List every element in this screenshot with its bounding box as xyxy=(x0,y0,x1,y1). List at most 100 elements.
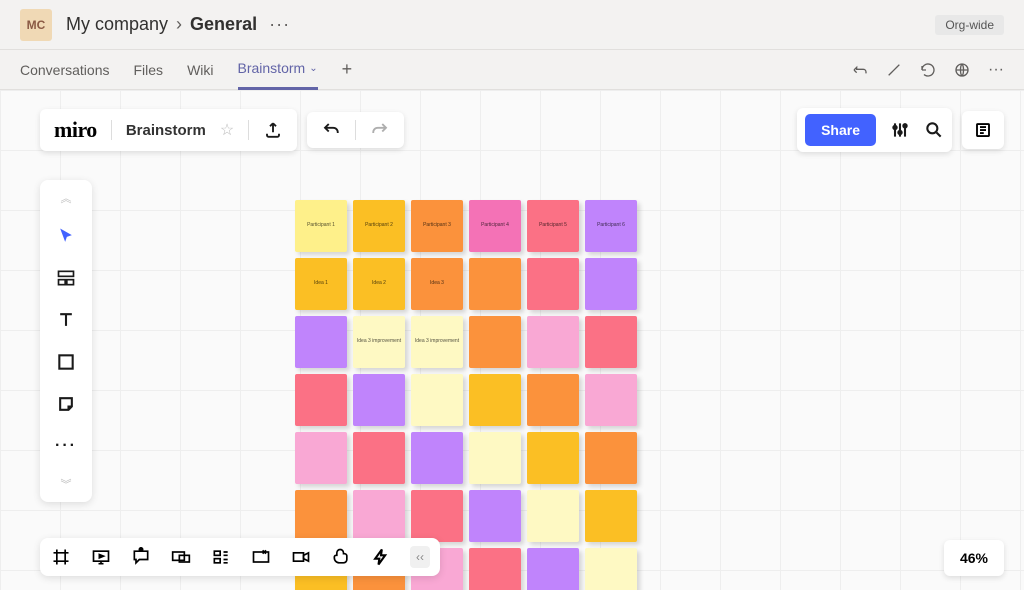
miro-logo[interactable]: miro xyxy=(54,117,97,143)
miro-left-toolbox: ︽ ··· ︾ xyxy=(40,180,92,502)
sticky-note[interactable] xyxy=(527,548,579,590)
voting-icon[interactable] xyxy=(330,546,352,568)
text-tool[interactable] xyxy=(54,308,78,332)
sticky-note[interactable]: Idea 3 improvement xyxy=(411,316,463,368)
sticky-note[interactable] xyxy=(527,258,579,310)
channel-tabs-bar: Conversations Files Wiki Brainstorm ⌄ + … xyxy=(0,50,1024,90)
sticky-notes-grid: Participant 1Participant 2Participant 3P… xyxy=(295,200,637,590)
settings-icon[interactable] xyxy=(890,120,910,140)
sticky-note[interactable] xyxy=(295,432,347,484)
undo-icon[interactable] xyxy=(321,120,341,140)
miro-top-toolbar: miro Brainstorm ☆ Share xyxy=(40,108,1004,152)
screen-share-icon[interactable] xyxy=(170,546,192,568)
sticky-note[interactable] xyxy=(585,490,637,542)
comments-icon[interactable] xyxy=(130,546,152,568)
miro-right-controls: Share xyxy=(797,108,952,152)
expand-icon[interactable] xyxy=(886,62,902,78)
collapse-toolbar-icon[interactable]: ‹‹ xyxy=(410,546,430,568)
tab-brainstorm[interactable]: Brainstorm ⌄ xyxy=(238,50,318,90)
board-title[interactable]: Brainstorm xyxy=(126,122,206,139)
more-actions-icon[interactable]: ··· xyxy=(988,61,1004,79)
sticky-note[interactable] xyxy=(527,316,579,368)
team-name[interactable]: My company xyxy=(66,14,168,35)
toolbox-expand-down-icon[interactable]: ︾ xyxy=(61,476,72,492)
refresh-icon[interactable] xyxy=(920,62,936,78)
tab-wiki[interactable]: Wiki xyxy=(187,50,213,90)
sticky-note[interactable] xyxy=(353,432,405,484)
chevron-right-icon: › xyxy=(176,14,182,35)
templates-tool[interactable] xyxy=(54,266,78,290)
sticky-note[interactable]: Idea 1 xyxy=(295,258,347,310)
sticky-note[interactable] xyxy=(469,374,521,426)
toolbox-collapse-up-icon[interactable]: ︽ xyxy=(61,190,72,206)
sticky-note[interactable] xyxy=(469,316,521,368)
add-tab-button[interactable]: + xyxy=(342,59,353,80)
embed-icon[interactable] xyxy=(250,546,272,568)
channel-name[interactable]: General xyxy=(190,14,257,35)
sticky-note[interactable]: Participant 1 xyxy=(295,200,347,252)
sticky-note[interactable] xyxy=(585,374,637,426)
sticky-note[interactable]: Participant 4 xyxy=(469,200,521,252)
divider xyxy=(111,120,112,140)
sticky-note[interactable]: Participant 6 xyxy=(585,200,637,252)
miro-board-info: miro Brainstorm ☆ xyxy=(40,109,297,151)
search-icon[interactable] xyxy=(924,120,944,140)
team-avatar[interactable]: MC xyxy=(20,9,52,41)
sticky-note-tool[interactable] xyxy=(54,392,78,416)
tab-conversations[interactable]: Conversations xyxy=(20,50,110,90)
sticky-note[interactable]: Participant 3 xyxy=(411,200,463,252)
sticky-note[interactable]: Idea 3 improvement xyxy=(353,316,405,368)
sticky-note[interactable]: Idea 3 xyxy=(411,258,463,310)
export-icon[interactable] xyxy=(263,120,283,140)
sticky-note[interactable] xyxy=(527,374,579,426)
card-icon[interactable] xyxy=(210,546,232,568)
shape-tool[interactable] xyxy=(54,350,78,374)
tab-files[interactable]: Files xyxy=(134,50,164,90)
timer-icon[interactable] xyxy=(370,546,392,568)
miro-bottom-toolbar: ‹‹ xyxy=(40,538,440,576)
select-tool[interactable] xyxy=(54,224,78,248)
chevron-down-icon: ⌄ xyxy=(309,63,317,74)
breadcrumb: My company › General ··· xyxy=(66,14,290,35)
sticky-note[interactable] xyxy=(469,490,521,542)
more-tools-icon[interactable]: ··· xyxy=(54,434,78,458)
sticky-note[interactable] xyxy=(469,258,521,310)
channel-more-menu[interactable]: ··· xyxy=(269,14,290,35)
zoom-level[interactable]: 46% xyxy=(944,540,1004,576)
sticky-note[interactable] xyxy=(585,258,637,310)
org-visibility-badge: Org-wide xyxy=(935,15,1004,35)
sticky-note[interactable] xyxy=(295,374,347,426)
sticky-note[interactable] xyxy=(411,374,463,426)
sticky-note[interactable] xyxy=(353,490,405,542)
teams-header: MC My company › General ··· Org-wide xyxy=(0,0,1024,50)
globe-icon[interactable] xyxy=(954,62,970,78)
sticky-note[interactable] xyxy=(353,374,405,426)
star-icon[interactable]: ☆ xyxy=(220,120,234,140)
sticky-note[interactable] xyxy=(469,548,521,590)
reply-icon[interactable] xyxy=(852,62,868,78)
sticky-note[interactable] xyxy=(411,490,463,542)
sticky-note[interactable]: Participant 2 xyxy=(353,200,405,252)
divider xyxy=(248,120,249,140)
activity-icon[interactable] xyxy=(962,111,1004,149)
tab-actions: ··· xyxy=(852,61,1004,79)
redo-icon[interactable] xyxy=(370,120,390,140)
video-icon[interactable] xyxy=(290,546,312,568)
sticky-note[interactable] xyxy=(585,316,637,368)
sticky-note[interactable] xyxy=(469,432,521,484)
sticky-note[interactable]: Idea 2 xyxy=(353,258,405,310)
miro-board-area: miro Brainstorm ☆ Share ︽ ··· ︾ Par xyxy=(0,90,1024,590)
sticky-note[interactable] xyxy=(295,490,347,542)
sticky-note[interactable] xyxy=(411,432,463,484)
tab-brainstorm-label: Brainstorm xyxy=(238,60,306,76)
frames-icon[interactable] xyxy=(50,546,72,568)
sticky-note[interactable]: Participant 5 xyxy=(527,200,579,252)
sticky-note[interactable] xyxy=(527,490,579,542)
sticky-note[interactable] xyxy=(527,432,579,484)
divider xyxy=(355,120,356,140)
sticky-note[interactable] xyxy=(585,548,637,590)
sticky-note[interactable] xyxy=(295,316,347,368)
presentation-icon[interactable] xyxy=(90,546,112,568)
sticky-note[interactable] xyxy=(585,432,637,484)
share-button[interactable]: Share xyxy=(805,114,876,146)
